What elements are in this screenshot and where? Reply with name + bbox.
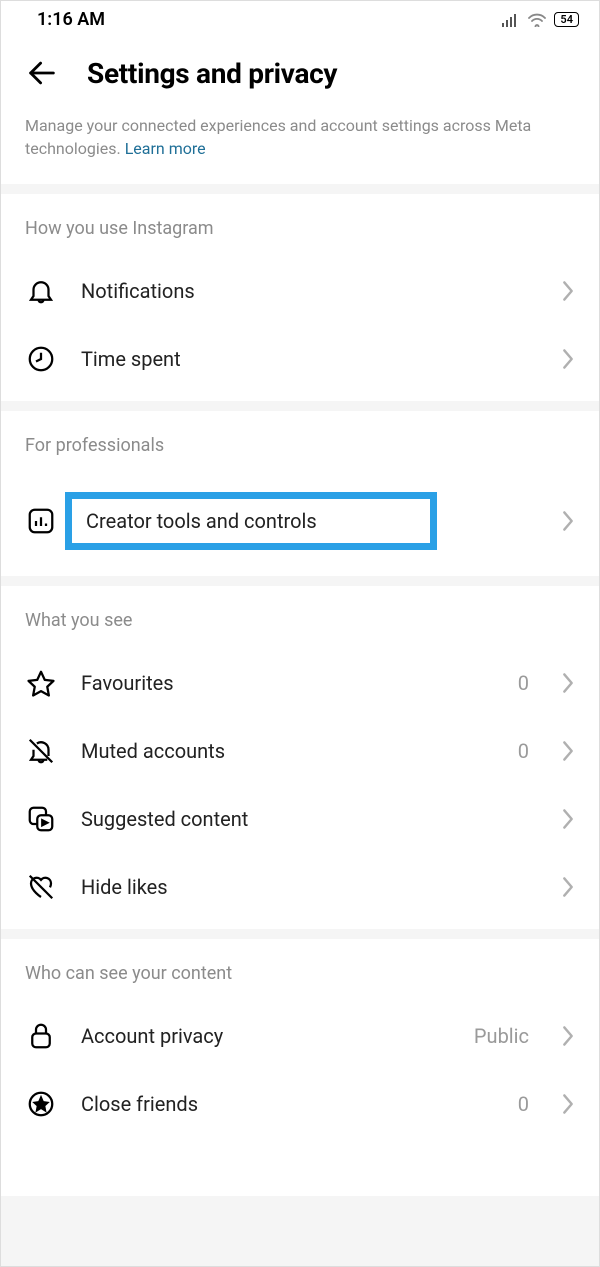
row-label: Favourites xyxy=(81,671,494,695)
chevron-right-icon xyxy=(561,672,575,694)
section-professionals-title: For professionals xyxy=(1,435,599,474)
chevron-right-icon xyxy=(561,510,575,532)
section-usage-title: How you use Instagram xyxy=(1,218,599,257)
section-what-you-see: What you see Favourites 0 Muted accounts… xyxy=(1,586,599,929)
row-label: Creator tools and controls xyxy=(86,509,416,533)
status-time: 1:16 AM xyxy=(37,9,105,30)
page-description: Manage your connected experiences and ac… xyxy=(1,114,599,184)
row-value: 0 xyxy=(518,739,529,763)
section-who-sees-title: Who can see your content xyxy=(1,963,599,1002)
row-label: Muted accounts xyxy=(81,739,494,763)
chevron-right-icon xyxy=(561,280,575,302)
chevron-right-icon xyxy=(561,1093,575,1115)
status-indicators: 54 xyxy=(502,12,579,27)
insights-icon xyxy=(25,505,57,537)
bell-icon xyxy=(25,275,57,307)
clock-icon xyxy=(25,343,57,375)
row-value: 0 xyxy=(518,671,529,695)
learn-more-link[interactable]: Learn more xyxy=(125,139,206,158)
row-favourites[interactable]: Favourites 0 xyxy=(1,649,599,717)
row-label: Notifications xyxy=(81,279,537,303)
status-bar: 1:16 AM 54 xyxy=(1,1,599,38)
row-value: 0 xyxy=(518,1092,529,1116)
heart-off-icon xyxy=(25,871,57,903)
row-value: Public xyxy=(474,1024,529,1048)
signal-icon xyxy=(502,13,520,27)
row-muted-accounts[interactable]: Muted accounts 0 xyxy=(1,717,599,785)
row-label: Suggested content xyxy=(81,807,537,831)
star-icon xyxy=(25,667,57,699)
battery-icon: 54 xyxy=(554,12,579,27)
row-creator-tools[interactable]: Creator tools and controls xyxy=(1,474,599,568)
section-professionals: For professionals Creator tools and cont… xyxy=(1,411,599,576)
section-usage: How you use Instagram Notifications Time… xyxy=(1,194,599,401)
row-label: Hide likes xyxy=(81,875,537,899)
chevron-right-icon xyxy=(561,1025,575,1047)
highlight-creator-tools: Creator tools and controls xyxy=(65,492,437,550)
row-account-privacy[interactable]: Account privacy Public xyxy=(1,1002,599,1070)
row-notifications[interactable]: Notifications xyxy=(1,257,599,325)
chevron-right-icon xyxy=(561,808,575,830)
row-hide-likes[interactable]: Hide likes xyxy=(1,853,599,921)
chevron-right-icon xyxy=(561,348,575,370)
page-title: Settings and privacy xyxy=(87,57,337,90)
lock-icon xyxy=(25,1020,57,1052)
chevron-right-icon xyxy=(561,740,575,762)
row-close-friends[interactable]: Close friends 0 xyxy=(1,1070,599,1138)
row-time-spent[interactable]: Time spent xyxy=(1,325,599,393)
section-who-sees: Who can see your content Account privacy… xyxy=(1,939,599,1146)
row-suggested-content[interactable]: Suggested content xyxy=(1,785,599,853)
description-text: Manage your connected experiences and ac… xyxy=(25,116,531,158)
star-circle-icon xyxy=(25,1088,57,1120)
page-header: Settings and privacy xyxy=(1,38,599,114)
row-label: Close friends xyxy=(81,1092,494,1116)
suggested-content-icon xyxy=(25,803,57,835)
row-label: Account privacy xyxy=(81,1024,450,1048)
row-label: Time spent xyxy=(81,347,537,371)
chevron-right-icon xyxy=(561,876,575,898)
bell-off-icon xyxy=(25,735,57,767)
bottom-spacer xyxy=(1,1146,599,1196)
wifi-icon xyxy=(528,13,546,27)
back-icon[interactable] xyxy=(25,56,59,90)
section-what-you-see-title: What you see xyxy=(1,610,599,649)
